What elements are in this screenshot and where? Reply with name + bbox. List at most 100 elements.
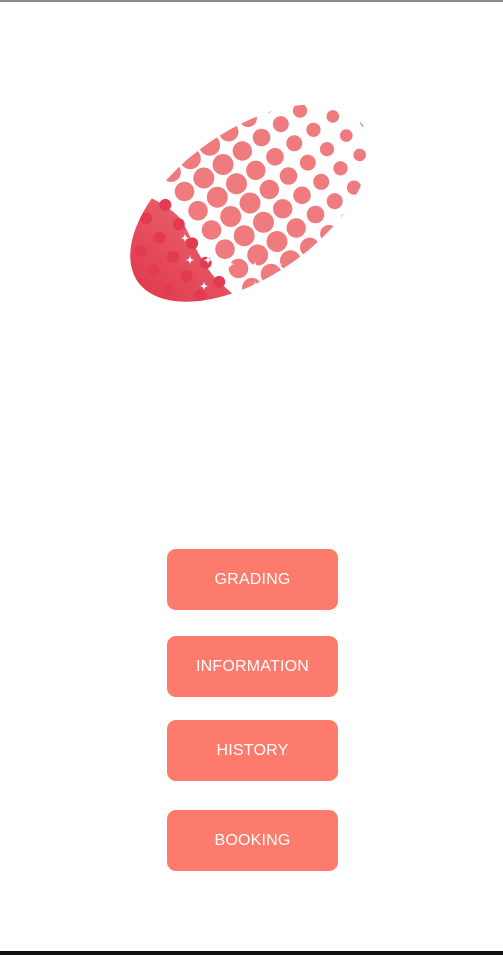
logo-dot [192,83,212,103]
logo-dot [152,109,174,131]
logo-dot [313,90,326,104]
logo-dot [215,239,235,259]
logo-dot [172,218,185,231]
logo-dot [122,310,135,323]
logo-dot [205,102,225,123]
logo-dot [147,264,160,277]
logo-dot [286,218,306,238]
logo-dot [239,109,257,128]
logo-dot [167,250,179,263]
booking-button[interactable]: BOOKING [167,810,338,871]
logo-dot [320,225,338,243]
logo-dot [207,308,220,321]
logo-dot [226,173,247,195]
logo-dot [226,295,239,308]
logo-dot [188,200,208,221]
logo-dot [140,212,152,225]
logo-dot [228,258,249,279]
app-logo-icon [95,64,405,342]
logo-dot [287,302,309,324]
grading-button[interactable]: GRADING [167,549,338,610]
logo-dot [174,302,187,315]
app-screen: GRADING INFORMATION HISTORY BOOKING [0,0,503,955]
logo-dot [153,231,166,244]
logo-dot [161,162,181,182]
logo-sparkle [295,273,305,283]
logo-dot [212,71,230,89]
logo-dot [269,316,289,336]
logo-dot [279,167,298,185]
logo-dot [306,288,328,310]
logo-dot [333,244,352,262]
logo-dot [286,135,303,152]
logo-dot [242,277,262,298]
logo-dot [233,225,255,247]
logo-dot [219,122,239,142]
logo-dot [360,199,375,214]
logo-dot [272,116,289,133]
logo-dot [174,181,195,202]
logo-dot [333,161,348,176]
logo-dot [155,316,168,329]
logo-sparkle [273,281,283,291]
logo-dot [212,154,234,175]
logo-dot [333,78,344,89]
logo-dot [239,192,261,214]
logo-dot [373,219,388,234]
status-divider [0,0,503,2]
logo-dot [147,143,168,163]
logo-dot [252,128,271,147]
logo-dot [367,250,384,267]
logo-dot [366,167,380,181]
logo-dot [159,198,172,211]
logo-dot [232,141,252,161]
logo-dot [259,96,276,113]
logo-dot [186,237,199,250]
logo-dot [245,77,262,94]
logo-dot [194,289,206,302]
logo-dot [201,220,222,240]
logo-dot [273,199,293,219]
halftone-oval-logo-icon [95,64,405,342]
logo-dot [115,258,127,271]
logo-dot [247,244,269,266]
logo-dot [360,116,371,128]
logo-dot [172,96,194,118]
logo-dot [240,314,253,327]
logo-dot [225,90,244,108]
logo-dot [161,283,174,296]
logo-dot [299,154,316,171]
logo-dot [134,123,154,144]
logo-dot [126,193,139,206]
logo-dot [346,97,358,109]
logo-dot [109,291,122,304]
logo-dot [279,84,294,99]
navigation-bar [0,951,503,955]
logo-dot [340,129,353,142]
logo-dot [199,256,212,269]
logo-dot [293,186,311,205]
logo-dot [142,297,154,310]
logo-dot [132,160,145,173]
logo-dot [326,193,343,210]
logo-dot [259,179,279,200]
logo-dot [306,122,321,137]
logo-dot [128,277,141,290]
logo-dot [166,129,188,150]
logo-dot [300,237,320,257]
information-button[interactable]: INFORMATION [167,636,338,697]
logo-dot [326,276,347,296]
logo-dot [373,136,385,147]
logo-dot [253,211,274,233]
logo-dot [347,263,365,282]
logo-dot [179,148,201,170]
logo-dot [220,206,242,227]
logo-dot [353,148,366,162]
logo-dot [260,263,282,285]
logo-dot [255,297,276,317]
logo-dot [313,256,333,277]
logo-dot [180,270,193,283]
logo-dot [134,245,147,258]
logo-dot [279,250,301,272]
history-button[interactable]: HISTORY [167,720,338,781]
